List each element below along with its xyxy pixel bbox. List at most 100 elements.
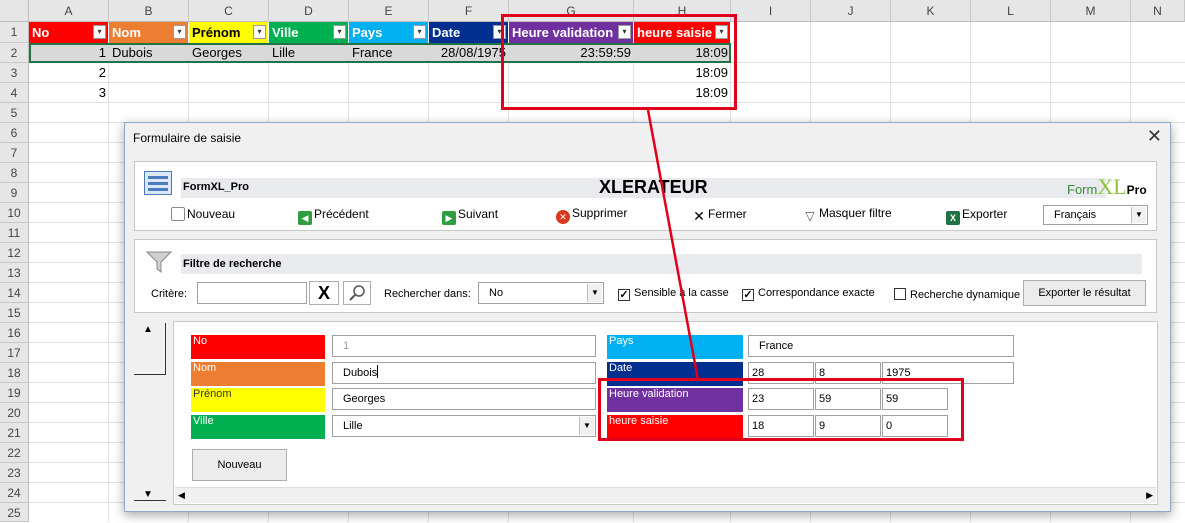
row-header-24[interactable]: 24 [0,483,29,503]
prenom-field[interactable]: Georges [332,388,596,410]
row-header-15[interactable]: 15 [0,303,29,323]
table-header-nom[interactable]: Nom ▾ [109,22,189,43]
clear-criteria-button[interactable]: X [309,281,339,305]
dynamic-search-checkbox[interactable]: Recherche dynamique [894,288,1020,301]
row-header-1[interactable]: 1 [0,22,29,43]
hide-filter-button[interactable]: ▽ Masquer filtre [803,206,891,223]
cell-d2[interactable]: Lille [269,43,349,63]
next-button[interactable]: ▶ Suivant [442,207,498,225]
column-header-m[interactable]: M [1051,0,1131,22]
new-record-button[interactable]: Nouveau [192,449,287,481]
delete-label: Supprimer [572,206,628,220]
new-document-icon [171,207,185,221]
cell-c2[interactable]: Georges [189,43,269,63]
new-button[interactable]: Nouveau [171,207,235,221]
row-header-16[interactable]: 16 [0,323,29,343]
row-header-18[interactable]: 18 [0,363,29,383]
row-header-7[interactable]: 7 [0,143,29,163]
column-header-b[interactable]: B [109,0,189,22]
filter-title-strip [181,254,1142,274]
filter-panel: Filtre de recherche Critère: X Recherche… [134,239,1157,313]
filter-dropdown-icon[interactable]: ▾ [413,25,426,39]
logo-part: XL [1097,174,1127,199]
highlight-box-form [598,378,964,441]
table-header-label: Pays [352,25,383,40]
language-select[interactable]: Français ▼ [1043,205,1148,225]
scroll-right-icon[interactable]: ▶ [1146,490,1153,501]
select-all-corner[interactable] [0,0,29,22]
filter-dropdown-icon[interactable]: ▾ [253,25,266,39]
table-header-pays[interactable]: Pays ▾ [349,22,429,43]
cell-e2[interactable]: France [349,43,429,63]
column-header-f[interactable]: F [429,0,509,22]
row-header-2[interactable]: 2 [0,43,29,63]
nom-field[interactable]: Dubois [332,362,596,384]
toolbar-panel: FormXL_Pro XLERATEUR FormXLPro Nouveau ◀… [134,161,1157,231]
row-header-13[interactable]: 13 [0,263,29,283]
table-header-no[interactable]: No ▾ [29,22,109,43]
cell-a3[interactable]: 2 [29,63,109,83]
chevron-down-icon[interactable]: ▼ [1131,207,1146,223]
checkbox-unchecked-icon [894,288,906,300]
column-header-k[interactable]: K [891,0,971,22]
search-icon[interactable] [343,281,371,305]
row-header-5[interactable]: 5 [0,103,29,123]
row-header-19[interactable]: 19 [0,383,29,403]
row-header-8[interactable]: 8 [0,163,29,183]
search-in-select[interactable]: No ▼ [478,282,604,304]
row-header-22[interactable]: 22 [0,443,29,463]
row-header-21[interactable]: 21 [0,423,29,443]
column-header-n[interactable]: N [1131,0,1185,22]
no-field[interactable]: 1 [332,335,596,357]
delete-button[interactable]: ✕ Supprimer [556,206,627,224]
export-button[interactable]: X Exporter [946,207,1007,225]
column-header-d[interactable]: D [269,0,349,22]
column-header-i[interactable]: I [731,0,811,22]
row-header-25[interactable]: 25 [0,503,29,522]
cell-a4[interactable]: 3 [29,83,109,103]
column-header-j[interactable]: J [811,0,891,22]
case-sensitive-checkbox[interactable]: ✓ Sensible à la casse [618,287,729,301]
export-result-button[interactable]: Exporter le résultat [1023,280,1146,306]
cell-f2[interactable]: 28/08/1975 [429,43,509,63]
criteria-input[interactable] [197,282,307,304]
ville-select[interactable]: Lille ▼ [332,415,596,437]
row-header-10[interactable]: 10 [0,203,29,223]
row-header-6[interactable]: 6 [0,123,29,143]
column-header-a[interactable]: A [29,0,109,22]
chevron-down-icon[interactable]: ▼ [587,284,602,302]
row-header-9[interactable]: 9 [0,183,29,203]
row-header-14[interactable]: 14 [0,283,29,303]
table-header-date[interactable]: Date ▾ [429,22,509,43]
row-header-20[interactable]: 20 [0,403,29,423]
table-header-prenom[interactable]: Prénom ▾ [189,22,269,43]
exact-match-checkbox[interactable]: ✓ Correspondance exacte [742,287,875,301]
column-header-l[interactable]: L [971,0,1051,22]
row-header-23[interactable]: 23 [0,463,29,483]
previous-button[interactable]: ◀ Précédent [298,207,369,225]
cell-a2[interactable]: 1 [29,43,109,63]
close-form-button[interactable]: ✕ Fermer [692,207,747,223]
chevron-down-icon[interactable]: ▼ [579,417,594,435]
filter-dropdown-icon[interactable]: ▾ [93,25,106,39]
scroll-up-icon[interactable]: ▲ [143,324,153,335]
row-header-11[interactable]: 11 [0,223,29,243]
row-header-3[interactable]: 3 [0,63,29,83]
horizontal-scrollbar[interactable]: ◀ ▶ [175,487,1156,503]
arrow-left-icon: ◀ [298,211,312,225]
filter-dropdown-icon[interactable]: ▾ [333,25,346,39]
scroll-left-icon[interactable]: ◀ [178,490,185,501]
filter-dropdown-icon[interactable]: ▾ [173,25,186,39]
pays-field[interactable]: France [748,335,1014,357]
row-header-17[interactable]: 17 [0,343,29,363]
scroll-down-icon[interactable]: ▼ [143,489,153,500]
cell-b2[interactable]: Dubois [109,43,189,63]
close-icon[interactable]: ✕ [1147,126,1162,147]
column-header-e[interactable]: E [349,0,429,22]
exact-match-label: Correspondance exacte [758,287,875,299]
row-header-12[interactable]: 12 [0,243,29,263]
export-label: Exporter [962,207,1008,221]
row-header-4[interactable]: 4 [0,83,29,103]
column-header-c[interactable]: C [189,0,269,22]
table-header-ville[interactable]: Ville ▾ [269,22,349,43]
